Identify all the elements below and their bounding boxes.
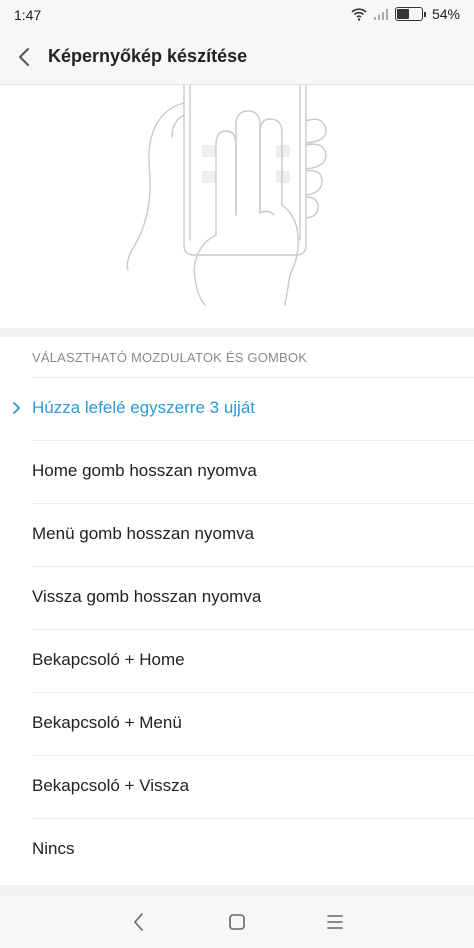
battery-nub — [423, 11, 426, 17]
back-button[interactable] — [10, 42, 40, 72]
option-item[interactable]: Nincs — [0, 818, 474, 881]
battery-percent: 54% — [431, 6, 460, 22]
home-nav-icon — [229, 914, 245, 930]
option-item[interactable]: Menü gomb hosszan nyomva — [0, 503, 474, 566]
option-label: Bekapcsoló + Home — [32, 650, 185, 669]
status-bar: 1:47 54% — [0, 0, 474, 30]
option-label: Húzza lefelé egyszerre 3 ujját — [32, 398, 256, 417]
row-divider — [32, 377, 474, 378]
row-divider — [32, 818, 474, 819]
gesture-illustration — [0, 84, 474, 328]
signal-icon — [373, 9, 388, 20]
row-divider — [32, 503, 474, 504]
chevron-left-icon — [19, 48, 29, 66]
option-label: Vissza gomb hosszan nyomva — [32, 587, 262, 606]
option-item[interactable]: Vissza gomb hosszan nyomva — [0, 566, 474, 629]
section-title: VÁLASZTHATÓ MOZDULATOK ÉS GOMBOK — [32, 350, 308, 365]
option-label: Menü gomb hosszan nyomva — [32, 524, 255, 543]
nav-back-button[interactable] — [126, 909, 152, 935]
nav-menu-button[interactable] — [322, 909, 348, 935]
option-label: Bekapcsoló + Vissza — [32, 776, 190, 795]
nav-home-button[interactable] — [224, 909, 250, 935]
battery-icon — [394, 7, 423, 21]
page-title: Képernyőkép készítése — [48, 46, 248, 66]
status-icons: 54% — [351, 6, 460, 22]
option-label: Home gomb hosszan nyomva — [32, 461, 257, 480]
row-divider — [32, 440, 474, 441]
navigation-bar — [0, 895, 474, 948]
wifi-icon — [351, 8, 367, 21]
option-item[interactable]: Bekapcsoló + Vissza — [0, 755, 474, 818]
option-item[interactable]: Bekapcsoló + Home — [0, 629, 474, 692]
back-nav-icon — [134, 913, 143, 931]
three-finger-swipe-illustration — [126, 84, 327, 306]
menu-nav-icon — [327, 915, 343, 929]
row-divider — [32, 755, 474, 756]
status-time: 1:47 — [14, 7, 42, 23]
options-list: VÁLASZTHATÓ MOZDULATOK ÉS GOMBOK Húzza l… — [0, 337, 474, 885]
option-item[interactable]: Bekapcsoló + Menü — [0, 692, 474, 755]
bottom-separator — [0, 885, 474, 895]
option-item[interactable]: Home gomb hosszan nyomva — [0, 440, 474, 503]
option-item[interactable]: Húzza lefelé egyszerre 3 ujját — [0, 377, 474, 440]
battery-fill — [396, 9, 409, 19]
row-divider — [32, 566, 474, 567]
selected-chevron-icon — [13, 402, 20, 414]
row-divider — [32, 692, 474, 693]
option-label: Bekapcsoló + Menü — [32, 713, 182, 732]
row-divider — [32, 629, 474, 630]
app-header: Képernyőkép készítése — [0, 30, 474, 85]
option-label: Nincs — [32, 839, 75, 858]
section-separator — [0, 328, 474, 337]
